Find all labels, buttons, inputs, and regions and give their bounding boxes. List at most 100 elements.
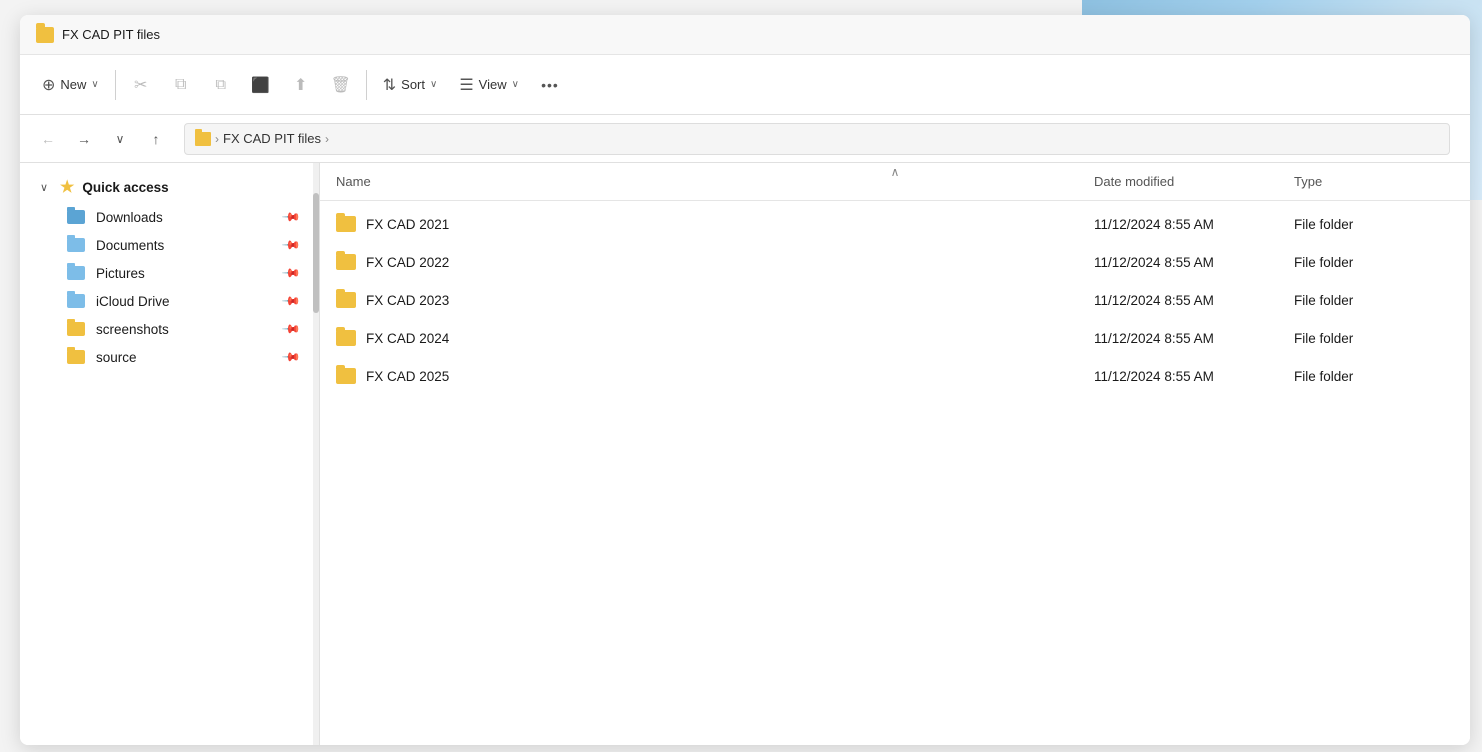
rename-icon: ⬛ <box>251 76 270 94</box>
col-type-header[interactable]: Type <box>1294 174 1454 189</box>
file-folder-icon <box>336 292 356 308</box>
file-name-4: FX CAD 2025 <box>366 369 1094 384</box>
delete-icon: 🗑 <box>331 75 351 95</box>
file-type-0: File folder <box>1294 217 1454 232</box>
title-folder-icon <box>36 27 54 43</box>
file-date-4: 11/12/2024 8:55 AM <box>1094 369 1294 384</box>
sidebar: ∨ ★ Quick access Downloads 📌 Docume <box>20 163 320 745</box>
scrollbar-track <box>313 163 319 745</box>
share-button[interactable]: ⬆ <box>282 66 320 104</box>
file-date-3: 11/12/2024 8:55 AM <box>1094 331 1294 346</box>
copy-icon: ⧉ <box>175 76 186 94</box>
file-explorer-window: FX CAD PIT files ⊕ New ∨ ✂ ⧉ ⧉ ⬛ ⬆ 🗑 ⇅ <box>20 15 1470 745</box>
icloud-folder-icon <box>66 293 86 309</box>
view-chevron-icon: ∨ <box>512 79 519 90</box>
source-folder-icon <box>66 349 86 365</box>
recent-button[interactable]: ∨ <box>104 123 136 155</box>
cut-icon: ✂ <box>134 75 147 95</box>
breadcrumb-path: FX CAD PIT files <box>223 131 321 146</box>
view-icon: ☰ <box>459 75 473 95</box>
sidebar-item-downloads[interactable]: Downloads 📌 <box>24 203 315 231</box>
paste-icon: ⧉ <box>215 76 226 93</box>
sidebar-item-source[interactable]: source 📌 <box>24 343 315 371</box>
paste-button[interactable]: ⧉ <box>202 66 240 104</box>
file-list: FX CAD 2021 11/12/2024 8:55 AM File fold… <box>320 201 1470 745</box>
table-row[interactable]: FX CAD 2025 11/12/2024 8:55 AM File fold… <box>320 357 1470 395</box>
nav-bar: ← → ∨ ↑ › FX CAD PIT files › <box>20 115 1470 163</box>
dropdown-icon: ∨ <box>116 132 125 146</box>
downloads-pin-icon: 📌 <box>281 207 301 227</box>
file-folder-icon <box>336 216 356 232</box>
pictures-folder-icon <box>66 265 86 281</box>
screenshots-pin-icon: 📌 <box>281 319 301 339</box>
toolbar-divider-1 <box>115 70 116 100</box>
file-folder-icon <box>336 254 356 270</box>
documents-pin-icon: 📌 <box>281 235 301 255</box>
sort-label: Sort <box>401 77 425 92</box>
file-name-1: FX CAD 2022 <box>366 255 1094 270</box>
breadcrumb-separator: › <box>215 132 219 146</box>
screenshots-folder-icon <box>66 321 86 337</box>
sidebar-item-screenshots[interactable]: screenshots 📌 <box>24 315 315 343</box>
toolbar: ⊕ New ∨ ✂ ⧉ ⧉ ⬛ ⬆ 🗑 ⇅ Sort ∨ ☰ <box>20 55 1470 115</box>
breadcrumb[interactable]: › FX CAD PIT files › <box>184 123 1450 155</box>
back-button[interactable]: ← <box>32 123 64 155</box>
file-type-4: File folder <box>1294 369 1454 384</box>
sidebar-source-label: source <box>96 350 137 365</box>
delete-button[interactable]: 🗑 <box>322 66 360 104</box>
downloads-folder-icon <box>66 209 86 225</box>
icloud-pin-icon: 📌 <box>281 291 301 311</box>
view-label: View <box>479 77 507 92</box>
sidebar-downloads-label: Downloads <box>96 210 163 225</box>
source-pin-icon: 📌 <box>281 347 301 367</box>
new-plus-icon: ⊕ <box>42 75 55 95</box>
forward-icon: → <box>77 131 91 147</box>
up-button[interactable]: ↑ <box>140 123 172 155</box>
documents-folder-icon <box>66 237 86 253</box>
sort-direction-icon: ∧ <box>891 165 900 179</box>
breadcrumb-folder-icon <box>195 132 211 146</box>
forward-button[interactable]: → <box>68 123 100 155</box>
table-row[interactable]: FX CAD 2021 11/12/2024 8:55 AM File fold… <box>320 205 1470 243</box>
file-list-header: ∧ Name Date modified Type <box>320 163 1470 201</box>
file-date-2: 11/12/2024 8:55 AM <box>1094 293 1294 308</box>
pictures-pin-icon: 📌 <box>281 263 301 283</box>
col-date-header[interactable]: Date modified <box>1094 174 1294 189</box>
file-date-0: 11/12/2024 8:55 AM <box>1094 217 1294 232</box>
table-row[interactable]: FX CAD 2023 11/12/2024 8:55 AM File fold… <box>320 281 1470 319</box>
col-name-header[interactable]: Name <box>336 174 1094 189</box>
sort-button[interactable]: ⇅ Sort ∨ <box>373 66 448 104</box>
new-button[interactable]: ⊕ New ∨ <box>32 66 109 104</box>
file-folder-icon <box>336 330 356 346</box>
new-label: New <box>60 77 86 92</box>
table-row[interactable]: FX CAD 2024 11/12/2024 8:55 AM File fold… <box>320 319 1470 357</box>
sidebar-item-icloud[interactable]: iCloud Drive 📌 <box>24 287 315 315</box>
copy-button[interactable]: ⧉ <box>162 66 200 104</box>
file-date-1: 11/12/2024 8:55 AM <box>1094 255 1294 270</box>
title-bar: FX CAD PIT files <box>20 15 1470 55</box>
view-button[interactable]: ☰ View ∨ <box>449 66 529 104</box>
sidebar-pictures-label: Pictures <box>96 266 145 281</box>
file-name-2: FX CAD 2023 <box>366 293 1094 308</box>
file-area: ∧ Name Date modified Type FX CAD 2021 11… <box>320 163 1470 745</box>
share-icon: ⬆ <box>294 75 307 95</box>
sort-icon: ⇅ <box>383 75 396 95</box>
sidebar-screenshots-label: screenshots <box>96 322 169 337</box>
sidebar-item-pictures[interactable]: Pictures 📌 <box>24 259 315 287</box>
more-options-button[interactable]: ••• <box>531 66 569 104</box>
file-name-0: FX CAD 2021 <box>366 217 1094 232</box>
table-row[interactable]: FX CAD 2022 11/12/2024 8:55 AM File fold… <box>320 243 1470 281</box>
file-name-3: FX CAD 2024 <box>366 331 1094 346</box>
sidebar-documents-label: Documents <box>96 238 164 253</box>
file-type-3: File folder <box>1294 331 1454 346</box>
sidebar-item-documents[interactable]: Documents 📌 <box>24 231 315 259</box>
rename-button[interactable]: ⬛ <box>242 66 280 104</box>
collapse-icon: ∨ <box>40 181 54 194</box>
quick-access-label: ★ Quick access <box>60 177 169 197</box>
cut-button[interactable]: ✂ <box>122 66 160 104</box>
file-folder-icon <box>336 368 356 384</box>
scrollbar-thumb[interactable] <box>313 193 319 313</box>
quick-access-header[interactable]: ∨ ★ Quick access <box>24 171 315 203</box>
window-title: FX CAD PIT files <box>62 27 160 42</box>
breadcrumb-end-sep: › <box>325 132 329 146</box>
